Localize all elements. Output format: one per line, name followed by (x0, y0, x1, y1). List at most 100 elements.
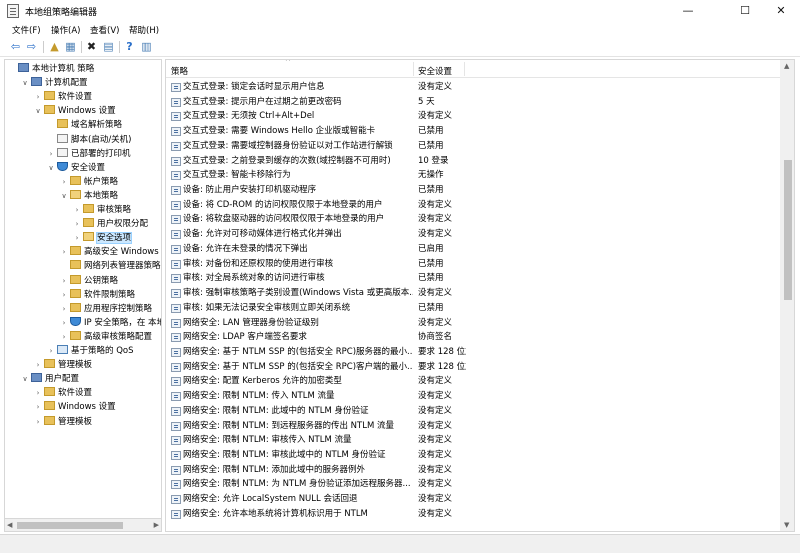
policy-row[interactable]: 交互式登录: 需要域控制器身份验证以对工作站进行解锁 已禁用 (166, 139, 780, 154)
column-header-security-setting[interactable]: 安全设置 (418, 65, 452, 77)
policy-row[interactable]: 设备: 将 CD-ROM 的访问权限仅限于本地登录的用户 没有定义 (166, 198, 780, 213)
expand-chevron-icon[interactable]: › (59, 330, 69, 344)
policy-row[interactable]: 交互式登录: 提示用户在过期之前更改密码 5 天 (166, 95, 780, 110)
tree-node[interactable]: › 公钥策略 (59, 274, 118, 288)
maximize-button[interactable]: ☐ (729, 0, 761, 22)
expand-chevron-icon[interactable]: › (46, 344, 56, 358)
menu-help[interactable]: 帮助(H) (129, 24, 159, 36)
close-button[interactable]: ✕ (765, 0, 797, 22)
tree-node[interactable]: › 用户权限分配 (72, 217, 148, 231)
tree-node[interactable]: › Windows 设置 (33, 400, 116, 414)
policy-row[interactable]: 审核: 对备份和还原权限的使用进行审核 已禁用 (166, 257, 780, 272)
policy-row[interactable]: 网络安全: 限制 NTLM: 审核此域中的 NTLM 身份验证 没有定义 (166, 448, 780, 463)
tree-node[interactable]: › 基于策略的 QoS (46, 344, 134, 358)
tree-node[interactable]: › 应用程序控制策略 (59, 302, 152, 316)
expand-chevron-icon[interactable]: › (72, 203, 82, 217)
expand-chevron-icon[interactable]: › (33, 415, 43, 429)
expand-chevron-icon[interactable]: › (46, 147, 56, 161)
scroll-thumb[interactable] (17, 522, 123, 529)
list-vertical-scrollbar[interactable]: ▲ ▼ (780, 60, 794, 531)
tree-node[interactable]: › 软件限制策略 (59, 288, 135, 302)
policy-row[interactable]: 网络安全: LDAP 客户端签名要求 协商签名 (166, 330, 780, 345)
tree-node[interactable]: › 管理模板 (33, 358, 92, 372)
policy-row[interactable]: 审核: 对全局系统对象的访问进行审核 已禁用 (166, 271, 780, 286)
tree-node[interactable]: ∨ 计算机配置 (20, 76, 88, 90)
tree-node[interactable]: ∨ Windows 设置 (33, 104, 116, 118)
collapse-chevron-icon[interactable]: ∨ (20, 372, 30, 386)
policy-row[interactable]: 网络安全: 允许本地系统将计算机标识用于 NTLM 没有定义 (166, 507, 780, 522)
tree-node[interactable]: ∨ 本地策略 (59, 189, 118, 203)
forward-arrow-icon[interactable]: ⇨ (24, 40, 39, 54)
policy-row[interactable]: 设备: 防止用户安装打印机驱动程序 已禁用 (166, 183, 780, 198)
tree-node[interactable]: 域名解析策略 (46, 118, 122, 132)
policy-row[interactable]: 交互式登录: 之前登录到缓存的次数(域控制器不可用时) 10 登录 (166, 154, 780, 169)
tree-node[interactable]: › 已部署的打印机 (46, 147, 131, 161)
policy-row[interactable]: 网络安全: 基于 NTLM SSP 的(包括安全 RPC)服务器的最小... 要求… (166, 345, 780, 360)
expand-chevron-icon[interactable]: › (72, 217, 82, 231)
help-icon[interactable]: ? (122, 40, 137, 54)
policy-row[interactable]: 网络安全: 限制 NTLM: 审核传入 NTLM 流量 没有定义 (166, 433, 780, 448)
tree-horizontal-scrollbar[interactable]: ◀ ▶ (4, 518, 162, 532)
policy-row[interactable]: 审核: 强制审核策略子类别设置(Windows Vista 或更高版本... 没有… (166, 286, 780, 301)
tree-node[interactable]: › 审核策略 (72, 203, 131, 217)
properties-icon[interactable]: ▥ (139, 40, 154, 54)
policy-row[interactable]: 网络安全: 配置 Kerberos 允许的加密类型 没有定义 (166, 374, 780, 389)
expand-chevron-icon[interactable]: › (59, 175, 69, 189)
policy-row[interactable]: 网络安全: 基于 NTLM SSP 的(包括安全 RPC)客户端的最小... 要求… (166, 360, 780, 375)
collapse-chevron-icon[interactable]: ∨ (46, 161, 56, 175)
tree-node[interactable]: › 管理模板 (33, 415, 92, 429)
navigation-tree[interactable]: 本地计算机 策略 ∨ 计算机配置 › 软件设置 ∨ Windows 设置 域名解析策略 脚本(启… (4, 59, 162, 532)
menu-file[interactable]: 文件(F) (12, 24, 41, 36)
policy-row[interactable]: 设备: 允许在未登录的情况下弹出 已启用 (166, 242, 780, 257)
policy-row[interactable]: 网络安全: 限制 NTLM: 添加此域中的服务器例外 没有定义 (166, 463, 780, 478)
tree-node[interactable]: › 高级审核策略配置 (59, 330, 152, 344)
back-arrow-icon[interactable]: ⇦ (8, 40, 23, 54)
expand-chevron-icon[interactable]: › (59, 288, 69, 302)
expand-chevron-icon[interactable]: › (33, 90, 43, 104)
scroll-left-arrow-icon[interactable]: ◀ (7, 519, 12, 531)
expand-chevron-icon[interactable]: › (59, 274, 69, 288)
expand-chevron-icon[interactable]: › (33, 386, 43, 400)
collapse-chevron-icon[interactable]: ∨ (20, 76, 30, 90)
tree-node[interactable]: ∨ 用户配置 (20, 372, 79, 386)
expand-chevron-icon[interactable]: › (59, 316, 69, 330)
menu-action[interactable]: 操作(A) (51, 24, 80, 36)
policy-row[interactable]: 网络安全: 限制 NTLM: 为 NTLM 身份验证添加远程服务器... 没有定义 (166, 477, 780, 492)
expand-chevron-icon[interactable]: › (72, 231, 82, 245)
menu-view[interactable]: 查看(V) (90, 24, 119, 36)
column-divider[interactable] (464, 62, 465, 76)
tree-node[interactable]: › 软件设置 (33, 90, 92, 104)
expand-chevron-icon[interactable]: › (59, 245, 69, 259)
delete-icon[interactable]: ✖ (84, 40, 99, 54)
scroll-down-arrow-icon[interactable]: ▼ (784, 521, 789, 529)
export-list-icon[interactable]: ▤ (101, 40, 116, 54)
tree-node[interactable]: › 高级安全 Windows D (59, 245, 161, 259)
policy-row[interactable]: 设备: 将软盘驱动器的访问权限仅限于本地登录的用户 没有定义 (166, 212, 780, 227)
tree-node[interactable]: 脚本(启动/关机) (46, 133, 132, 147)
column-divider[interactable] (413, 62, 414, 76)
policy-row[interactable]: 交互式登录: 智能卡移除行为 无操作 (166, 168, 780, 183)
policy-row[interactable]: 网络安全: 允许 LocalSystem NULL 会话回退 没有定义 (166, 492, 780, 507)
expand-chevron-icon[interactable]: › (33, 400, 43, 414)
policy-row[interactable]: 审核: 如果无法记录安全审核则立即关闭系统 已禁用 (166, 301, 780, 316)
policy-row[interactable]: 交互式登录: 无须按 Ctrl+Alt+Del 没有定义 (166, 109, 780, 124)
policy-row[interactable]: 网络安全: 限制 NTLM: 此域中的 NTLM 身份验证 没有定义 (166, 404, 780, 419)
up-folder-icon[interactable]: ▲ (47, 40, 62, 54)
scroll-up-arrow-icon[interactable]: ▲ (784, 62, 789, 70)
policy-row[interactable]: 网络安全: 限制 NTLM: 到远程服务器的传出 NTLM 流量 没有定义 (166, 419, 780, 434)
tree-node[interactable]: › 软件设置 (33, 386, 92, 400)
collapse-chevron-icon[interactable]: ∨ (59, 189, 69, 203)
policy-row[interactable]: 网络安全: 限制 NTLM: 传入 NTLM 流量 没有定义 (166, 389, 780, 404)
policy-row[interactable]: 网络安全: LAN 管理器身份验证级别 没有定义 (166, 316, 780, 331)
column-header-policy[interactable]: 策略 (171, 65, 188, 77)
tree-node[interactable]: ∨ 安全设置 (46, 161, 105, 175)
scroll-thumb[interactable] (784, 160, 792, 300)
show-hide-tree-icon[interactable]: ▦ (63, 40, 78, 54)
collapse-chevron-icon[interactable]: ∨ (33, 104, 43, 118)
tree-node[interactable]: › 帐户策略 (59, 175, 118, 189)
tree-node[interactable]: 网络列表管理器策略 (59, 259, 161, 273)
minimize-button[interactable]: — (672, 0, 704, 22)
tree-node[interactable]: › IP 安全策略，在 本地 (59, 316, 161, 330)
scroll-right-arrow-icon[interactable]: ▶ (154, 519, 159, 531)
expand-chevron-icon[interactable]: › (59, 302, 69, 316)
